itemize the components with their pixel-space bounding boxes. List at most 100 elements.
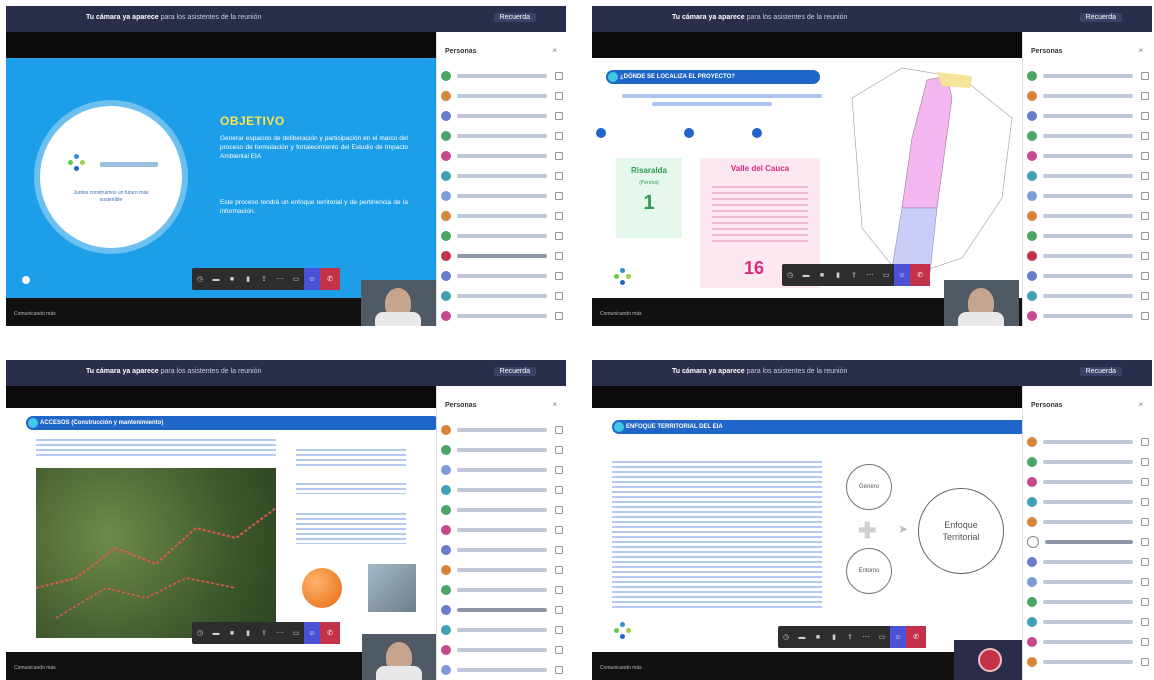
participant-row[interactable] — [441, 660, 563, 680]
participant-row[interactable] — [1027, 592, 1149, 612]
close-icon[interactable]: × — [552, 400, 557, 409]
camera-icon[interactable]: ■ — [814, 264, 830, 286]
participant-row[interactable] — [441, 166, 563, 186]
clock-icon[interactable]: ◷ — [778, 626, 794, 648]
participant-row[interactable] — [1027, 632, 1149, 652]
participant-row[interactable] — [441, 66, 563, 86]
participant-row[interactable] — [1027, 226, 1149, 246]
participant-row[interactable] — [1027, 286, 1149, 306]
right-card-list — [712, 182, 808, 242]
participant-row[interactable] — [441, 480, 563, 500]
participant-row[interactable] — [1027, 86, 1149, 106]
circle-genero: Género — [846, 464, 892, 510]
microphone-icon[interactable]: ▮ — [240, 622, 256, 644]
participant-row[interactable] — [1027, 552, 1149, 572]
leave-call-button[interactable]: ✆ — [906, 626, 926, 648]
share-icon[interactable]: ⇪ — [256, 622, 272, 644]
participant-row[interactable] — [441, 640, 563, 660]
more-icon[interactable]: ⋯ — [272, 622, 288, 644]
people-icon[interactable]: ☺ — [304, 622, 320, 644]
participant-row[interactable] — [1027, 206, 1149, 226]
participant-row[interactable] — [441, 420, 563, 440]
close-icon[interactable]: × — [552, 46, 557, 55]
slide-nav-dot-icon[interactable] — [22, 276, 30, 284]
participant-row[interactable] — [1027, 652, 1149, 672]
dismiss-button[interactable]: Recuerda — [493, 13, 536, 22]
participant-row[interactable] — [1027, 66, 1149, 86]
close-icon[interactable]: × — [1138, 46, 1143, 55]
participant-row[interactable] — [1027, 612, 1149, 632]
participant-row[interactable] — [441, 226, 563, 246]
participant-row[interactable] — [1027, 492, 1149, 512]
participant-row[interactable] — [1027, 246, 1149, 266]
participant-row[interactable] — [1027, 532, 1149, 552]
dismiss-button[interactable]: Recuerda — [493, 367, 536, 376]
camera-icon[interactable]: ■ — [224, 622, 240, 644]
dismiss-button[interactable]: Recuerda — [1079, 367, 1122, 376]
shared-slide: ACCESOS (Construcción y mantenimiento) — [6, 408, 440, 652]
participant-row[interactable] — [441, 206, 563, 226]
participant-row[interactable] — [441, 126, 563, 146]
participant-row[interactable] — [1027, 166, 1149, 186]
participant-row[interactable] — [441, 600, 563, 620]
camera-icon[interactable]: ■ — [224, 268, 240, 290]
participant-row[interactable] — [1027, 266, 1149, 286]
more-icon[interactable]: ⋯ — [858, 626, 874, 648]
participant-row[interactable] — [1027, 146, 1149, 166]
clock-icon[interactable]: ◷ — [782, 264, 798, 286]
participant-row[interactable] — [1027, 186, 1149, 206]
participant-row[interactable] — [1027, 306, 1149, 326]
share-icon[interactable]: ⇪ — [846, 264, 862, 286]
participant-row[interactable] — [441, 86, 563, 106]
participant-row[interactable] — [1027, 512, 1149, 532]
microphone-icon[interactable]: ▮ — [830, 264, 846, 286]
share-icon[interactable]: ⇪ — [842, 626, 858, 648]
clock-icon[interactable]: ◷ — [192, 622, 208, 644]
participant-row[interactable] — [441, 500, 563, 520]
participant-row[interactable] — [441, 460, 563, 480]
participant-row[interactable] — [441, 306, 563, 326]
participant-row[interactable] — [441, 266, 563, 286]
people-icon[interactable]: ☺ — [890, 626, 906, 648]
participant-row[interactable] — [441, 620, 563, 640]
participant-row[interactable] — [441, 246, 563, 266]
microphone-icon[interactable]: ▮ — [240, 268, 256, 290]
participant-row[interactable] — [1027, 106, 1149, 126]
participant-row[interactable] — [441, 286, 563, 306]
bullet-2 — [296, 480, 406, 494]
microphone-icon[interactable]: ▮ — [826, 626, 842, 648]
participant-row[interactable] — [441, 440, 563, 460]
clock-icon[interactable]: ◷ — [192, 268, 208, 290]
participant-row[interactable] — [441, 186, 563, 206]
leave-call-button[interactable]: ✆ — [320, 622, 340, 644]
people-icon[interactable]: ☺ — [894, 264, 910, 286]
chat-icon[interactable]: ▭ — [874, 626, 890, 648]
participants-panel: Personas × — [1022, 386, 1152, 680]
more-icon[interactable]: ⋯ — [862, 264, 878, 286]
more-icon[interactable]: ⋯ — [272, 268, 288, 290]
participant-row[interactable] — [1027, 472, 1149, 492]
leave-call-button[interactable]: ✆ — [910, 264, 930, 286]
participant-row[interactable] — [1027, 572, 1149, 592]
chat-icon[interactable]: ▭ — [878, 264, 894, 286]
participant-row[interactable] — [441, 106, 563, 126]
leave-call-button[interactable]: ✆ — [320, 268, 340, 290]
logo-caption: Juntos construimos un futuro más sosteni… — [73, 190, 149, 203]
people-icon[interactable]: ☺ — [304, 268, 320, 290]
circle-enfoque-territorial: Enfoque Territorial — [918, 488, 1004, 574]
participant-row[interactable] — [441, 560, 563, 580]
participant-row[interactable] — [441, 540, 563, 560]
participant-row[interactable] — [1027, 452, 1149, 472]
participant-row[interactable] — [1027, 126, 1149, 146]
dismiss-button[interactable]: Recuerda — [1079, 13, 1122, 22]
camera-icon[interactable]: ■ — [810, 626, 826, 648]
participant-row[interactable] — [441, 520, 563, 540]
chat-icon[interactable]: ▭ — [288, 622, 304, 644]
participant-row[interactable] — [441, 580, 563, 600]
close-icon[interactable]: × — [1138, 400, 1143, 409]
participant-row[interactable] — [1027, 432, 1149, 452]
circle-entorno: Entorno — [846, 548, 892, 594]
participant-row[interactable] — [441, 146, 563, 166]
share-icon[interactable]: ⇪ — [256, 268, 272, 290]
chat-icon[interactable]: ▭ — [288, 268, 304, 290]
